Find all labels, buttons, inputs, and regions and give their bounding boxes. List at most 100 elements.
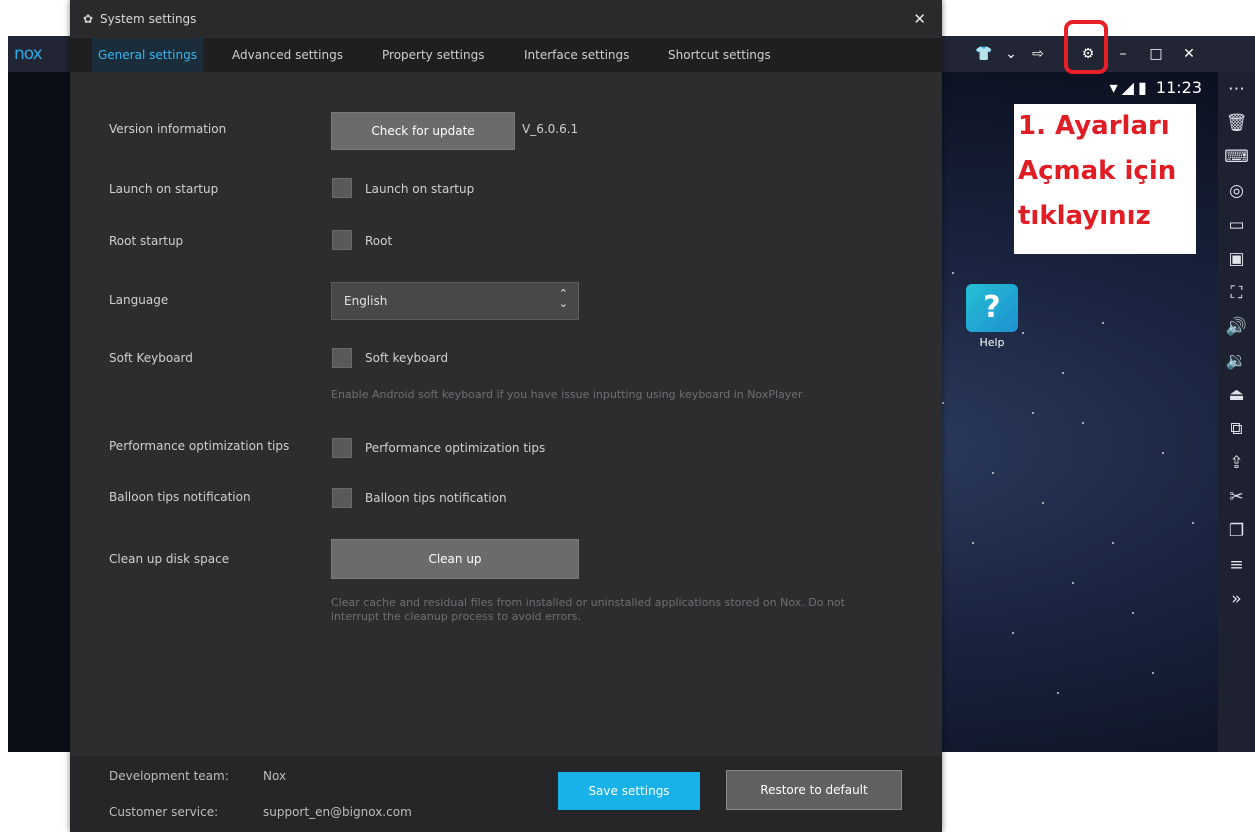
restore-default-button[interactable]: Restore to default bbox=[726, 770, 902, 810]
version-value: V_6.0.6.1 bbox=[522, 122, 579, 136]
keyboard-icon[interactable]: ⌨ bbox=[1218, 140, 1255, 174]
fullscreen-icon[interactable]: ⛶ bbox=[1218, 276, 1255, 310]
help-app-icon: ? bbox=[966, 284, 1018, 332]
star-decoration bbox=[1032, 412, 1034, 414]
annotation-line: tıklayınız bbox=[1018, 201, 1151, 231]
star-decoration bbox=[1152, 672, 1154, 674]
clean-up-disk-label: Clean up disk space bbox=[109, 552, 230, 566]
trash-icon[interactable]: 🗑 bbox=[1218, 106, 1255, 140]
star-decoration bbox=[1132, 612, 1134, 614]
menu-icon[interactable]: ≡ bbox=[1218, 548, 1255, 582]
location-icon[interactable]: ◎ bbox=[1218, 174, 1255, 208]
dev-team-value: Nox bbox=[263, 769, 287, 783]
star-decoration bbox=[1162, 452, 1164, 454]
star-decoration bbox=[952, 272, 954, 274]
performance-tips-checkbox-label[interactable]: Performance optimization tips bbox=[365, 441, 545, 455]
apk-icon[interactable]: ▣ bbox=[1218, 242, 1255, 276]
battery-icon: ▮ bbox=[1137, 78, 1147, 97]
performance-tips-checkbox[interactable] bbox=[332, 438, 352, 458]
soft-keyboard-hint: Enable Android soft keyboard if you have… bbox=[331, 388, 803, 401]
check-for-update-button[interactable]: Check for update bbox=[331, 112, 515, 150]
language-select[interactable]: English ⌃ ⌄ bbox=[331, 282, 579, 320]
star-decoration bbox=[1102, 322, 1104, 324]
star-decoration bbox=[1012, 632, 1014, 634]
star-decoration bbox=[942, 402, 944, 404]
star-decoration bbox=[1042, 502, 1044, 504]
multi-instance-icon[interactable]: ⧉ bbox=[1218, 412, 1255, 446]
dialog-footer: Development team: Nox Customer service: … bbox=[70, 756, 942, 832]
screenshot-icon[interactable]: ▭ bbox=[1218, 208, 1255, 242]
root-startup-label: Root startup bbox=[109, 234, 184, 248]
wifi-icon: ▾ bbox=[1109, 78, 1118, 97]
annotation-highlight-box bbox=[1064, 20, 1108, 74]
soft-keyboard-label: Soft Keyboard bbox=[109, 351, 193, 365]
language-selected-value: English bbox=[344, 294, 388, 308]
tab-advanced-settings[interactable]: Advanced settings bbox=[232, 38, 343, 72]
tab-property-settings[interactable]: Property settings bbox=[382, 38, 484, 72]
nox-logo: nox bbox=[14, 44, 43, 64]
annotation-line: Açmak için bbox=[1018, 156, 1177, 186]
close-icon[interactable]: ✕ bbox=[913, 10, 926, 28]
scissors-icon[interactable]: ✂ bbox=[1218, 480, 1255, 514]
signal-icon: ◢ bbox=[1121, 78, 1134, 97]
star-decoration bbox=[1112, 542, 1114, 544]
dialog-titlebar: ✿ System settings ✕ bbox=[70, 0, 942, 36]
dev-team-label: Development team: bbox=[109, 769, 229, 783]
close-icon[interactable]: ✕ bbox=[1178, 42, 1200, 66]
select-arrows-icon: ⌃ ⌄ bbox=[558, 287, 568, 310]
tab-general-settings[interactable]: General settings bbox=[92, 38, 203, 72]
balloon-tips-checkbox[interactable] bbox=[332, 488, 352, 508]
star-decoration bbox=[1062, 372, 1064, 374]
tab-shortcut-settings[interactable]: Shortcut settings bbox=[668, 38, 771, 72]
more-icon[interactable]: ⋯ bbox=[1218, 72, 1255, 106]
minimize-icon[interactable]: – bbox=[1112, 42, 1134, 66]
customer-service-email[interactable]: support_en@bignox.com bbox=[263, 805, 412, 819]
launch-on-startup-checkbox-label[interactable]: Launch on startup bbox=[365, 182, 474, 196]
annotation-line: 1. Ayarları bbox=[1018, 111, 1170, 141]
settings-tabs: General settings Advanced settings Prope… bbox=[70, 38, 942, 72]
general-settings-panel: Version information Check for update V_6… bbox=[70, 72, 942, 756]
clean-up-hint: Clear cache and residual files from inst… bbox=[331, 596, 845, 623]
star-decoration bbox=[1057, 692, 1059, 694]
save-settings-button[interactable]: Save settings bbox=[558, 772, 700, 810]
star-decoration bbox=[972, 542, 974, 544]
tab-interface-settings[interactable]: Interface settings bbox=[524, 38, 629, 72]
star-decoration bbox=[1072, 582, 1074, 584]
import-icon[interactable]: ⇪ bbox=[1218, 446, 1255, 480]
android-status-bar: ▾ ◢ ▮ 11:23 bbox=[1106, 78, 1202, 97]
help-app-label: Help bbox=[979, 336, 1005, 349]
star-decoration bbox=[1192, 522, 1194, 524]
launch-on-startup-label: Launch on startup bbox=[109, 182, 219, 196]
annotation-text: 1. Ayarları Açmak için tıklayınız bbox=[1014, 104, 1196, 254]
toolbox-icon[interactable]: ⏏ bbox=[1218, 378, 1255, 412]
system-settings-dialog: ✿ System settings ✕ General settings Adv… bbox=[70, 0, 942, 832]
expand-icon[interactable]: » bbox=[1218, 582, 1255, 616]
multi-drive-icon[interactable]: ❐ bbox=[1218, 514, 1255, 548]
skin-icon[interactable]: 👕 bbox=[973, 42, 995, 66]
soft-keyboard-checkbox[interactable] bbox=[332, 348, 352, 368]
maximize-icon[interactable]: □ bbox=[1145, 42, 1167, 66]
pin-icon[interactable]: ⇨ bbox=[1027, 42, 1049, 66]
balloon-tips-checkbox-label[interactable]: Balloon tips notification bbox=[365, 491, 507, 505]
volume-down-icon[interactable]: 🔉 bbox=[1218, 344, 1255, 378]
dialog-title: System settings bbox=[100, 12, 197, 26]
launch-on-startup-checkbox[interactable] bbox=[332, 178, 352, 198]
help-app-shortcut[interactable]: ? Help bbox=[962, 284, 1022, 349]
root-checkbox-label[interactable]: Root bbox=[365, 234, 392, 248]
volume-up-icon[interactable]: 🔊 bbox=[1218, 310, 1255, 344]
version-label: Version information bbox=[109, 122, 227, 136]
star-decoration bbox=[992, 472, 994, 474]
soft-keyboard-checkbox-label[interactable]: Soft keyboard bbox=[365, 351, 448, 365]
chevron-down-icon[interactable]: ⌄ bbox=[1000, 42, 1022, 66]
gear-icon: ✿ bbox=[83, 12, 94, 26]
nox-side-toolbar: ⋯ 🗑 ⌨ ◎ ▭ ▣ ⛶ 🔊 🔉 ⏏ ⧉ ⇪ ✂ ❐ ≡» bbox=[1218, 72, 1255, 752]
status-time: 11:23 bbox=[1155, 78, 1202, 97]
clean-up-button[interactable]: Clean up bbox=[331, 539, 579, 579]
balloon-tips-label: Balloon tips notification bbox=[109, 490, 251, 504]
star-decoration bbox=[1082, 422, 1084, 424]
language-label: Language bbox=[109, 293, 169, 307]
customer-service-label: Customer service: bbox=[109, 805, 219, 819]
star-decoration bbox=[1022, 332, 1024, 334]
root-checkbox[interactable] bbox=[332, 230, 352, 250]
performance-tips-label: Performance optimization tips bbox=[109, 439, 290, 453]
